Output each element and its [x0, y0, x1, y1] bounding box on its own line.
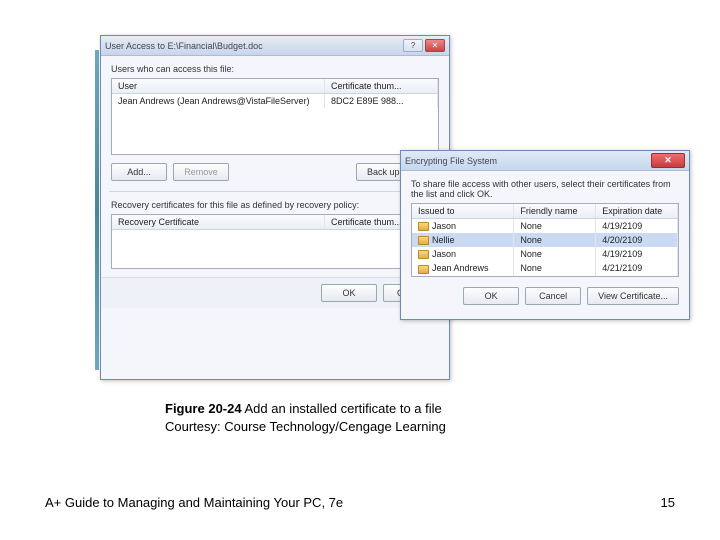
ok-button[interactable]: OK	[321, 284, 377, 302]
user-cert-cell: 8DC2 E89E 988...	[325, 94, 438, 108]
col-issued[interactable]: Issued to	[412, 204, 514, 218]
certificate-icon	[418, 222, 429, 231]
col-recovery[interactable]: Recovery Certificate	[112, 215, 325, 229]
add-button[interactable]: Add...	[111, 163, 167, 181]
figure-courtesy: Courtesy: Course Technology/Cengage Lear…	[165, 419, 446, 434]
help-button[interactable]: ?	[403, 39, 423, 52]
efs-cert-listbox[interactable]: Issued to Friendly name Expiration date …	[411, 203, 679, 277]
efs-instruction: To share file access with other users, s…	[411, 179, 679, 199]
close-button[interactable]: ✕	[425, 39, 445, 52]
page-number: 15	[661, 495, 675, 510]
figure-text: Add an installed certificate to a file	[242, 401, 442, 416]
users-listbox[interactable]: User Certificate thum... Jean Andrews (J…	[111, 78, 439, 155]
cert-row[interactable]: JasonNone4/19/2109	[412, 247, 678, 261]
user-access-titlebar[interactable]: User Access to E:\Financial\Budget.doc ?…	[101, 36, 449, 56]
efs-titlebar[interactable]: Encrypting File System ✕	[401, 151, 689, 171]
cert-row[interactable]: NellieNone4/20/2109	[412, 233, 678, 247]
recovery-listbox[interactable]: Recovery Certificate Certificate thum...	[111, 214, 439, 269]
efs-title: Encrypting File System	[405, 156, 497, 166]
cert-row[interactable]: Jean AndrewsNone4/21/2109	[412, 261, 678, 275]
certificate-icon	[418, 236, 429, 245]
col-user[interactable]: User	[112, 79, 325, 93]
user-access-title: User Access to E:\Financial\Budget.doc	[105, 41, 263, 51]
col-expire[interactable]: Expiration date	[596, 204, 678, 218]
figure-caption: Figure 20-24 Add an installed certificat…	[165, 400, 446, 435]
decorative-left-strip	[95, 50, 99, 370]
efs-close-button[interactable]: ✕	[651, 153, 685, 168]
user-row[interactable]: Jean Andrews (Jean Andrews@VistaFileServ…	[112, 94, 438, 108]
user-name-cell: Jean Andrews (Jean Andrews@VistaFileServ…	[112, 94, 325, 108]
cert-row[interactable]: JasonNone4/19/2109	[412, 219, 678, 233]
user-access-dialog: User Access to E:\Financial\Budget.doc ?…	[100, 35, 450, 380]
efs-cancel-button[interactable]: Cancel	[525, 287, 581, 305]
users-label: Users who can access this file:	[111, 64, 439, 74]
book-title-footer: A+ Guide to Managing and Maintaining You…	[45, 495, 343, 510]
certificate-icon	[418, 265, 429, 274]
certificate-icon	[418, 250, 429, 259]
efs-ok-button[interactable]: OK	[463, 287, 519, 305]
view-certificate-button[interactable]: View Certificate...	[587, 287, 679, 305]
recovery-label: Recovery certificates for this file as d…	[111, 200, 439, 210]
col-friendly[interactable]: Friendly name	[514, 204, 596, 218]
col-cert[interactable]: Certificate thum...	[325, 79, 438, 93]
efs-dialog: Encrypting File System ✕ To share file a…	[400, 150, 690, 320]
remove-button[interactable]: Remove	[173, 163, 229, 181]
figure-number: Figure 20-24	[165, 401, 242, 416]
